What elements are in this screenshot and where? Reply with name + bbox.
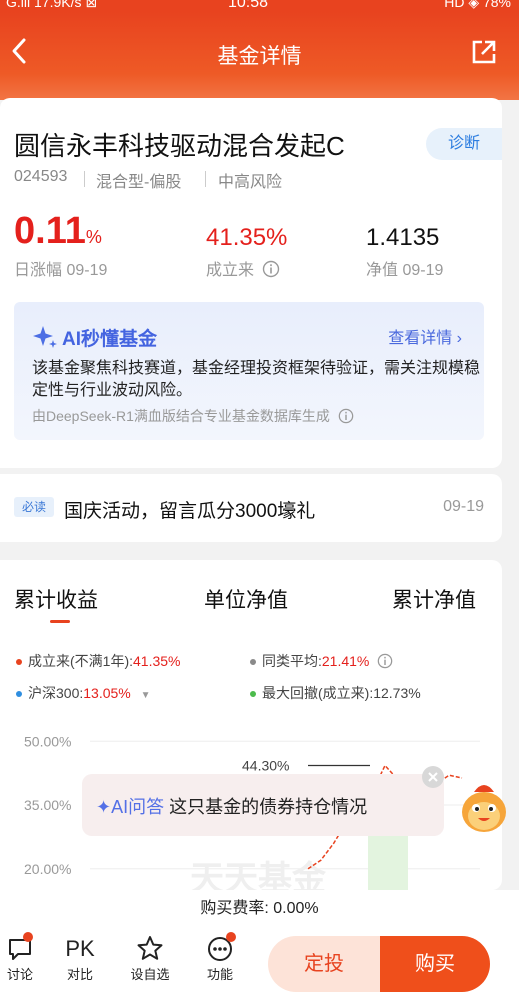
discuss-badge bbox=[23, 932, 33, 942]
notice-card[interactable]: 必读 国庆活动，留言瓜分3000壕礼 09-19 bbox=[0, 474, 502, 542]
since-inception-value: 41.35% bbox=[206, 224, 288, 251]
ai-summary-text: 该基金聚焦科技赛道，基金经理投资框架待验证，需关注规模稳定性与行业波动风险。 bbox=[32, 360, 481, 399]
legend-peer-label: 同类平均: bbox=[262, 653, 322, 669]
ai-popup-question: 这只基金的债券持仓情况 bbox=[169, 797, 368, 817]
since-inception-label[interactable]: 成立来 bbox=[206, 256, 280, 280]
legend-index[interactable]: 沪深300:13.05% ▼ bbox=[16, 683, 151, 703]
legend-index-value: 13.05% bbox=[83, 685, 131, 701]
watermark: 天天基金 bbox=[190, 859, 327, 890]
discuss-button[interactable]: 讨论 bbox=[0, 934, 40, 983]
compare-label: 对比 bbox=[66, 967, 93, 982]
y-tick-label: 50.00% bbox=[24, 733, 71, 749]
tab-cumulative-return[interactable]: 累计收益 bbox=[14, 584, 98, 614]
notice-text[interactable]: 国庆活动，留言瓜分3000壕礼 bbox=[64, 496, 315, 523]
ai-title: AI秒懂基金 bbox=[62, 329, 158, 350]
info-icon[interactable] bbox=[377, 653, 393, 669]
divider bbox=[84, 171, 85, 187]
discuss-label: 讨论 bbox=[6, 967, 33, 982]
nav-bar: 基金详情 bbox=[0, 12, 519, 100]
functions-badge bbox=[226, 932, 236, 942]
status-bar: G.ill 17.9K/s ⊠ 10:58 HD ◈ 78% bbox=[0, 0, 519, 12]
daily-change-value: 0.11% bbox=[14, 210, 102, 253]
tab-unit-nav[interactable]: 单位净值 bbox=[204, 584, 288, 614]
buy-button[interactable]: 购买 bbox=[380, 936, 490, 992]
ai-summary-box[interactable]: AI秒懂基金 查看详情 › 该基金聚焦科技赛道，基金经理投资框架待验证，需关注规… bbox=[14, 302, 484, 440]
bottom-action-bar: 讨论 PK 对比 设自选 功能 定投 购买 bbox=[0, 928, 519, 1000]
legend-peer-value: 21.41% bbox=[321, 653, 370, 669]
divider bbox=[205, 171, 206, 187]
pk-icon: PK bbox=[65, 936, 95, 961]
notice-tag: 必读 bbox=[14, 497, 54, 517]
compare-button[interactable]: PK 对比 bbox=[60, 934, 100, 983]
fund-type: 混合型-偏股 bbox=[96, 174, 182, 191]
ai-popup-tag: ✦AI问答 bbox=[96, 797, 165, 817]
page-title: 基金详情 bbox=[217, 45, 302, 68]
chart-card: 累计收益 单位净值 累计净值 成立来(不满1年):41.35% 同类平均:21.… bbox=[0, 560, 502, 890]
daily-change-label: 日涨幅 09-19 bbox=[14, 262, 108, 279]
dingtou-button[interactable]: 定投 bbox=[268, 936, 380, 992]
legend-fund-label: 成立来(不满1年): bbox=[28, 653, 133, 669]
sparkle-icon bbox=[33, 326, 57, 348]
info-icon[interactable] bbox=[338, 408, 354, 424]
legend-dot bbox=[250, 659, 256, 666]
fund-code: 024593 bbox=[14, 168, 68, 185]
legend-dot bbox=[16, 691, 22, 698]
legend-fund: 成立来(不满1年):41.35% bbox=[16, 651, 180, 671]
add-watchlist-button[interactable]: 设自选 bbox=[124, 934, 176, 983]
status-time: 10:58 bbox=[228, 0, 269, 11]
status-left: G.ill 17.9K/s ⊠ bbox=[6, 0, 98, 10]
ai-source: 由DeepSeek-R1满血版结合专业基金数据库生成 bbox=[32, 406, 354, 426]
ai-popup-content: ✦AI问答 这只基金的债券持仓情况 bbox=[96, 793, 367, 819]
tab-cumulative-nav[interactable]: 累计净值 bbox=[392, 584, 476, 614]
ai-question-popup[interactable]: ✦AI问答 这只基金的债券持仓情况 bbox=[82, 766, 444, 836]
y-tick-label: 20.00% bbox=[24, 861, 71, 877]
close-icon[interactable] bbox=[422, 766, 444, 788]
fund-info-card: 圆信永丰科技驱动混合发起C 诊断 024593 混合型-偏股 中高风险 0.11… bbox=[0, 98, 502, 298]
since-inception-text: 成立来 bbox=[206, 262, 255, 279]
legend-dot bbox=[250, 691, 256, 698]
ai-detail-link[interactable]: 查看详情 › bbox=[388, 324, 462, 348]
star-icon bbox=[137, 936, 163, 960]
nav-label: 净值 09-19 bbox=[366, 262, 444, 279]
status-right: HD ◈ 78% bbox=[444, 0, 511, 10]
mascot-icon[interactable] bbox=[456, 776, 512, 836]
legend-index-label: 沪深300: bbox=[28, 685, 84, 701]
daily-change-number: 0.11 bbox=[14, 210, 86, 252]
functions-button[interactable]: 功能 bbox=[200, 934, 240, 983]
peak-label: 44.30% bbox=[242, 757, 289, 773]
legend-drawdown: 最大回撤(成立来):12.73% bbox=[250, 683, 421, 703]
legend-peer: 同类平均:21.41% bbox=[250, 651, 393, 671]
caret-down-icon[interactable]: ▼ bbox=[141, 690, 151, 701]
nav-value: 1.4135 bbox=[366, 224, 440, 251]
fund-name: 圆信永丰科技驱动混合发起C bbox=[14, 131, 345, 161]
legend-dot bbox=[16, 659, 22, 666]
y-tick-label: 35.00% bbox=[24, 797, 71, 813]
ai-source-text: 由DeepSeek-R1满血版结合专业基金数据库生成 bbox=[32, 408, 330, 424]
diagnose-button[interactable]: 诊断 bbox=[426, 128, 502, 160]
daily-change-unit: % bbox=[85, 227, 102, 247]
legend-drawdown-label: 最大回撤(成立来): bbox=[262, 685, 374, 701]
legend-drawdown-value: 12.73% bbox=[373, 685, 421, 701]
share-icon[interactable] bbox=[471, 39, 497, 65]
notice-date: 09-19 bbox=[443, 498, 484, 515]
info-icon[interactable] bbox=[262, 260, 280, 278]
tab-indicator bbox=[50, 620, 70, 623]
functions-label: 功能 bbox=[206, 967, 233, 982]
purchase-fee: 购买费率: 0.00% bbox=[0, 890, 519, 928]
fund-risk: 中高风险 bbox=[218, 174, 283, 191]
watchlist-label: 设自选 bbox=[130, 967, 170, 982]
legend-fund-value: 41.35% bbox=[133, 653, 181, 669]
